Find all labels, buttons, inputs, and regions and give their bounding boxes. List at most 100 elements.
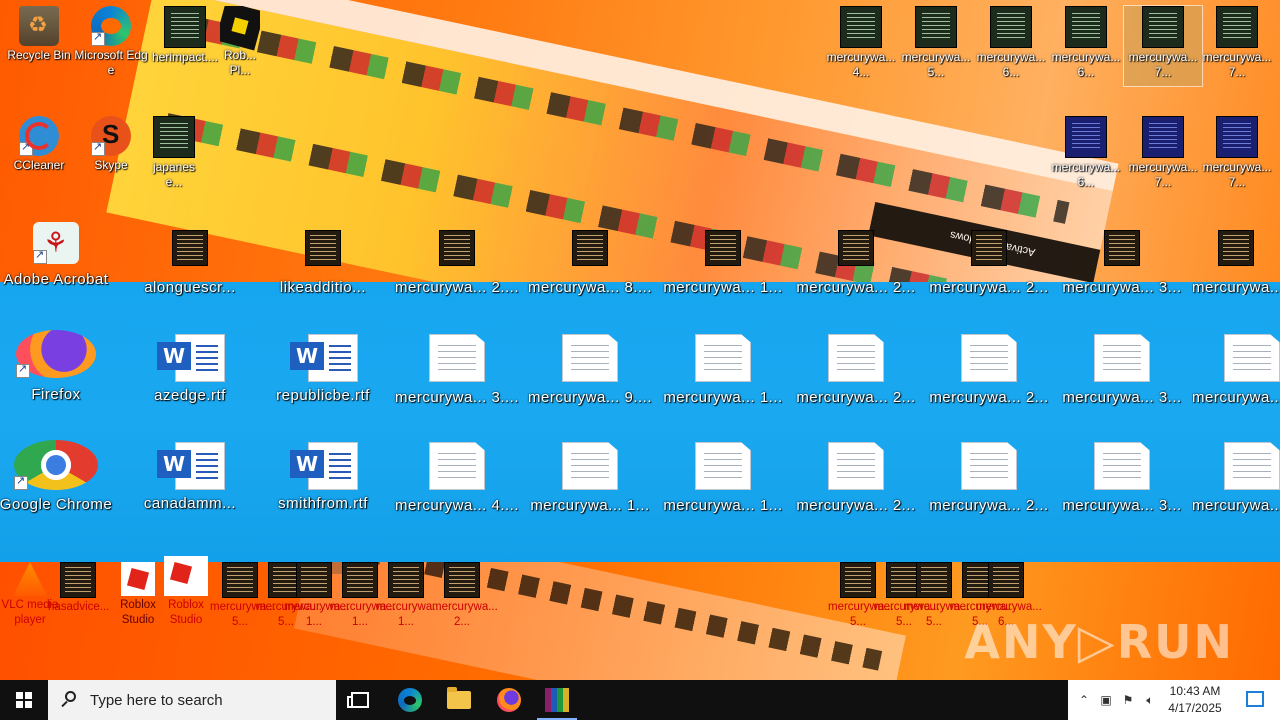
desktop-icon-mercurywa-file[interactable]: mercurywa... 2... [792,442,920,513]
icon-label: mercurywa... 4... [826,50,896,79]
desktop-icon-mercurywa-file[interactable]: mercurywa... 1... [526,442,654,513]
desktop-icon-mercurywa-file-selected[interactable]: mercurywa... 7... [1123,5,1203,87]
clock-time: 10:43 AM [1169,684,1221,698]
desktop-icon-skype[interactable]: Skype [72,116,150,173]
desktop-icon-recycle-bin[interactable]: Recycle Bin [0,6,78,63]
desktop-icon-mercurywa-file[interactable]: mercurywa... 4... [822,6,900,80]
flag-icon[interactable]: ⚑ [1120,692,1136,708]
icon-label: mercurywa... 1... [530,497,650,514]
desktop-icon-mercurywa-file[interactable]: mercurywa... 6... [972,6,1050,80]
icon-label: alonguescr... [144,279,236,296]
desktop-icon-republicbe-rtf[interactable]: W republicbe.rtf [259,334,387,403]
desktop-icon-mercurywa-file[interactable]: mercurywa... 2... [925,442,1053,513]
document-icon [172,230,208,266]
icon-label: mercurywa... [1192,389,1280,405]
desktop-icon-mercurywa-file[interactable]: mercurywa... 3.... [393,334,521,405]
volume-icon[interactable]: 🔈︎ [1142,692,1158,708]
word-document-icon: W [290,442,358,490]
search-icon [60,691,78,709]
desktop-icon-mercurywa-file[interactable]: mercurywa... 7... [1198,6,1276,80]
desktop-icon-smithfrom-rtf[interactable]: W smithfrom.rtf [259,442,387,511]
desktop-icon-mercurywa-file[interactable]: mercurywa... [1192,334,1280,405]
icon-label: mercurywa... 2... [929,497,1049,514]
desktop-icon-mercurywa-file[interactable]: mercurywa... 1... [659,442,787,513]
taskbar-edge-button[interactable] [386,680,434,720]
taskbar-firefox-button[interactable] [485,680,533,720]
document-icon [915,6,957,48]
desktop-icon-mercurywa-file[interactable]: mercurywa... 9.... [526,334,654,405]
start-button[interactable] [0,680,48,720]
task-view-button[interactable] [336,680,384,720]
icon-label: mercurywa... 9.... [527,389,653,406]
winrar-icon [545,688,569,712]
network-icon[interactable]: ▣ [1098,692,1114,708]
desktop-icon-mercurywa-file[interactable]: mercurywa... 3... [1058,442,1186,513]
chevron-up-icon[interactable]: ⌃ [1076,692,1092,708]
acrobat-icon [33,222,79,264]
desktop-icon-ccleaner[interactable]: CCleaner [0,116,78,173]
icon-label: mercurywa... [1192,497,1280,513]
desktop-icon-google-chrome[interactable]: Google Chrome [0,440,120,512]
desktop-icon-mercurywa-file[interactable]: mercurywa... 7... [1124,116,1202,190]
desktop-icon-mercurywa-file[interactable]: mercurywa... 1... [659,230,787,295]
icon-label: Recycle Bin [7,48,71,62]
document-icon [916,562,952,598]
desktop-icon-roblox-player[interactable]: Rob... Pl... [220,6,260,78]
desktop-icon-canadamm[interactable]: W canadamm... [126,442,254,511]
desktop-icon-herimpact[interactable]: herimpact.... [146,6,224,65]
desktop-icon-hasadvice[interactable]: hasadvice... [48,562,109,615]
notification-icon[interactable] [1246,691,1264,707]
desktop-icon-mercurywa-file[interactable]: mercurywa... 2... [925,230,1053,295]
icon-label: mercurywa... 2... [796,279,916,296]
desktop-icon-azedge-rtf[interactable]: W azedge.rtf [126,334,254,403]
desktop-icon-mercurywa-file[interactable]: mercurywa... 2... [925,334,1053,405]
desktop-icon-edge[interactable]: Microsoft Edge [72,6,150,78]
text-file-icon [1094,442,1150,490]
desktop-icon-firefox[interactable]: Firefox [0,330,120,402]
desktop-icon-mercurywa-file[interactable]: mercurywa... 2... [792,334,920,405]
icon-label: mercurywa... 1... [663,279,783,296]
desktop-icon-mercurywa-file[interactable]: mercurywa... 1... [659,334,787,405]
desktop-icon-roblox-studio[interactable]: Roblox Studio [156,556,216,628]
desktop-icon-mercurywa-file[interactable]: mercurywa... 5... [897,6,975,80]
document-icon [1216,116,1258,158]
desktop-icon-mercurywa-file[interactable]: mercurywa... 3... [1058,334,1186,405]
taskbar-search-box[interactable] [48,680,336,720]
desktop-icon-likeadditio[interactable]: likeadditio... [259,230,387,295]
desktop-icon-alonguescr[interactable]: alonguescr... [126,230,254,295]
desktop-icon-mercurywa-file[interactable]: mercurywa... 2.... [393,230,521,295]
desktop-icon-mercurywa-file[interactable]: mercurywa... 2... [792,230,920,295]
firefox-icon [16,330,96,378]
text-file-icon [828,442,884,490]
icon-label: mercurywa... 6... [976,50,1046,79]
clock[interactable]: 10:43 AM 4/17/2025 [1160,683,1230,717]
icon-label: Rob... Pl... [223,48,256,77]
document-icon [840,6,882,48]
desktop-icon-mercurywa-file[interactable]: mercurywa... 3... [1058,230,1186,295]
desktop-icon-mercurywa-file[interactable]: mercurywa... 6... [1047,6,1125,80]
text-file-icon [828,334,884,382]
desktop-icon-mercurywa-file[interactable]: mercurywa... 2... [432,562,498,630]
text-file-icon [1094,334,1150,382]
roblox-icon [220,6,260,51]
desktop-icon-mercurywa-file[interactable]: mercurywa... 8.... [526,230,654,295]
desktop-icon-adobe-acrobat[interactable]: Adobe Acrobat [0,222,120,287]
document-icon [153,116,195,158]
taskbar-winrar-button[interactable] [533,680,581,720]
desktop-icon-mercurywa-file[interactable]: mercurywa... 4.... [393,442,521,513]
desktop-icon-mercurywa-file[interactable]: mercurywa... 6... [1047,116,1125,190]
desktop-icon-mercurywa-file[interactable]: mercurywa... [1192,442,1280,513]
desktop-icon-mercurywa-file[interactable]: mercurywa... [1192,230,1280,295]
icon-label: mercurywa... 7... [1202,160,1272,189]
icon-label: smithfrom.rtf [278,495,368,512]
desktop-icon-mercurywa-file[interactable]: mercurywa... 1... [376,562,442,630]
system-tray: ⌃ ▣ ⚑ 🔈︎ 10:43 AM 4/17/2025 [1068,680,1280,720]
icon-label: herimpact.... [151,50,219,64]
search-input[interactable] [88,690,322,710]
document-icon [342,562,378,598]
desktop-icon-mercurywa-file[interactable]: mercurywa... 7... [1198,116,1276,190]
watermark-text-left: ANY [964,615,1078,669]
edge-icon [91,6,131,46]
taskbar-file-explorer-button[interactable] [435,680,483,720]
desktop-icon-japanese[interactable]: japanese... [146,116,202,190]
